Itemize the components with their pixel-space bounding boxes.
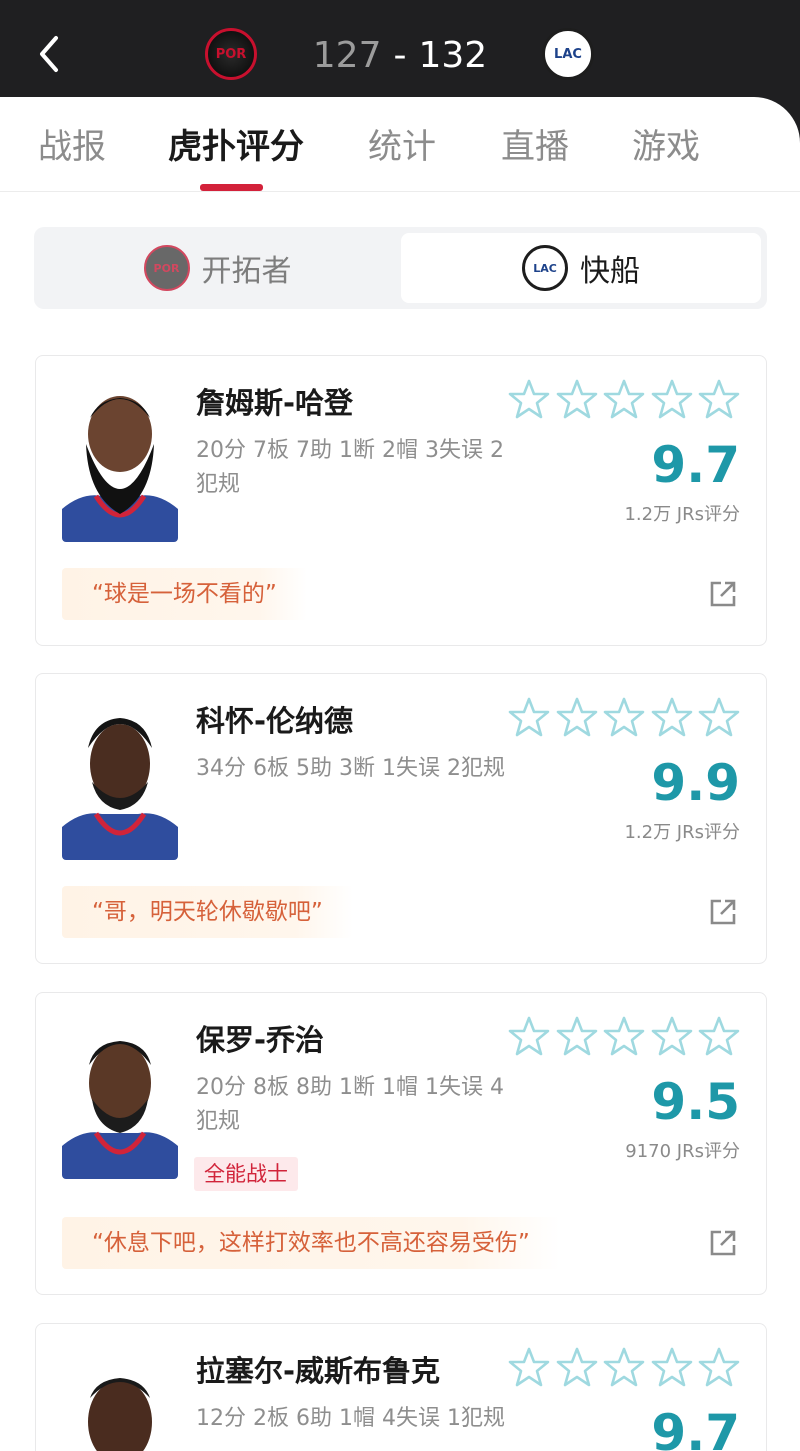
top-comment[interactable]: “球是一场不看的”: [62, 568, 307, 620]
star-icon[interactable]: [698, 378, 740, 420]
player-stats: 12分 2板 6助 1帽 4失误 1犯规: [196, 1406, 505, 1431]
star-icon[interactable]: [603, 696, 645, 738]
back-button[interactable]: [34, 30, 78, 78]
rating-count: 9170 JRs评分: [625, 1141, 740, 1162]
home-logo-text: LAC: [554, 46, 582, 62]
player-rating: 9.9: [651, 754, 740, 812]
star-icon[interactable]: [603, 1346, 645, 1388]
player-avatar: [62, 702, 178, 860]
tab-report[interactable]: 战报: [38, 119, 106, 169]
home-score: 132: [418, 34, 488, 76]
team-option-clippers[interactable]: LAC 快船: [401, 233, 761, 303]
player-rating: 9.7: [651, 436, 740, 494]
player-card[interactable]: 科怀-伦纳德 34分 6板 5助 3断 1失误 2犯规 9.9 1.2万 JRs…: [35, 673, 767, 964]
star-icon[interactable]: [508, 1015, 550, 1057]
player-stats: 20分 7板 7助 1断 2帽 3失误 2犯规: [196, 438, 504, 497]
content-panel: 战报 虎扑评分 统计 直播 游戏 POR 开拓者 LAC 快船 詹姆斯-哈登 2…: [0, 97, 800, 1451]
player-stats: 20分 8板 8助 1断 1帽 1失误 4犯规: [196, 1075, 504, 1134]
rating-stars[interactable]: [508, 1346, 740, 1392]
player-name: 科怀-伦纳德: [196, 704, 354, 738]
star-icon[interactable]: [603, 1015, 645, 1057]
rating-stars[interactable]: [508, 378, 740, 424]
team-option-label: 快船: [580, 254, 640, 289]
share-icon[interactable]: [708, 579, 738, 609]
game-header: POR 127 - 132 LAC: [0, 0, 800, 110]
team-switch: POR 开拓者 LAC 快船: [34, 227, 767, 309]
team-option-label: 开拓者: [201, 254, 292, 289]
star-icon[interactable]: [556, 696, 598, 738]
star-icon[interactable]: [698, 1346, 740, 1388]
star-icon[interactable]: [508, 1346, 550, 1388]
star-icon[interactable]: [698, 696, 740, 738]
star-icon[interactable]: [698, 1015, 740, 1057]
share-icon[interactable]: [708, 1228, 738, 1258]
rating-count: 1.2万 JRs评分: [624, 822, 740, 843]
player-avatar: [62, 384, 178, 542]
blazers-logo-icon: POR: [143, 245, 190, 291]
player-stats: 34分 6板 5助 3断 1失误 2犯规: [196, 756, 505, 781]
star-icon[interactable]: [556, 378, 598, 420]
star-icon[interactable]: [651, 378, 693, 420]
player-avatar: [62, 1352, 178, 1451]
rating-stars[interactable]: [508, 696, 740, 742]
home-team-logo[interactable]: LAC: [542, 28, 594, 80]
top-comment[interactable]: “哥，明天轮休歇歇吧”: [62, 886, 353, 938]
star-icon[interactable]: [651, 1015, 693, 1057]
rating-count: 1.2万 JRs评分: [624, 504, 740, 525]
scoreboard: 127 - 132: [313, 30, 487, 80]
tab-bar: 战报 虎扑评分 统计 直播 游戏: [0, 97, 800, 192]
player-badge: 全能战士: [194, 1157, 298, 1191]
share-icon[interactable]: [708, 897, 738, 927]
away-score: 127: [312, 34, 382, 76]
star-icon[interactable]: [508, 696, 550, 738]
tab-stats[interactable]: 统计: [368, 119, 436, 169]
star-icon[interactable]: [651, 1346, 693, 1388]
clippers-logo-icon: LAC: [522, 245, 568, 291]
top-comment[interactable]: “休息下吧，这样打效率也不高还容易受伤”: [62, 1217, 560, 1269]
player-name: 保罗-乔治: [196, 1023, 325, 1057]
rating-stars[interactable]: [508, 1015, 740, 1061]
star-icon[interactable]: [508, 378, 550, 420]
team-option-blazers[interactable]: POR 开拓者: [40, 233, 395, 303]
active-tab-indicator: [200, 184, 263, 191]
away-team-logo[interactable]: POR: [205, 28, 257, 80]
player-card[interactable]: 保罗-乔治 20分 8板 8助 1断 1帽 1失误 4犯规 全能战士 9.5 9…: [35, 992, 767, 1295]
player-name: 拉塞尔-威斯布鲁克: [196, 1354, 441, 1388]
star-icon[interactable]: [556, 1346, 598, 1388]
player-rating: 9.7: [651, 1404, 740, 1451]
tab-ratings[interactable]: 虎扑评分: [168, 119, 304, 169]
score-separator: -: [393, 34, 407, 76]
star-icon[interactable]: [603, 378, 645, 420]
star-icon[interactable]: [556, 1015, 598, 1057]
player-avatar: [62, 1021, 178, 1179]
tab-games[interactable]: 游戏: [632, 119, 700, 169]
tab-live[interactable]: 直播: [501, 119, 569, 169]
player-card[interactable]: 詹姆斯-哈登 20分 7板 7助 1断 2帽 3失误 2犯规 9.7 1.2万 …: [35, 355, 767, 646]
star-icon[interactable]: [651, 696, 693, 738]
player-card[interactable]: 拉塞尔-威斯布鲁克 12分 2板 6助 1帽 4失误 1犯规 9.7: [35, 1323, 767, 1451]
player-name: 詹姆斯-哈登: [196, 386, 354, 420]
away-logo-text: POR: [215, 46, 247, 62]
player-rating: 9.5: [651, 1073, 740, 1131]
chevron-left-icon: [40, 36, 58, 72]
